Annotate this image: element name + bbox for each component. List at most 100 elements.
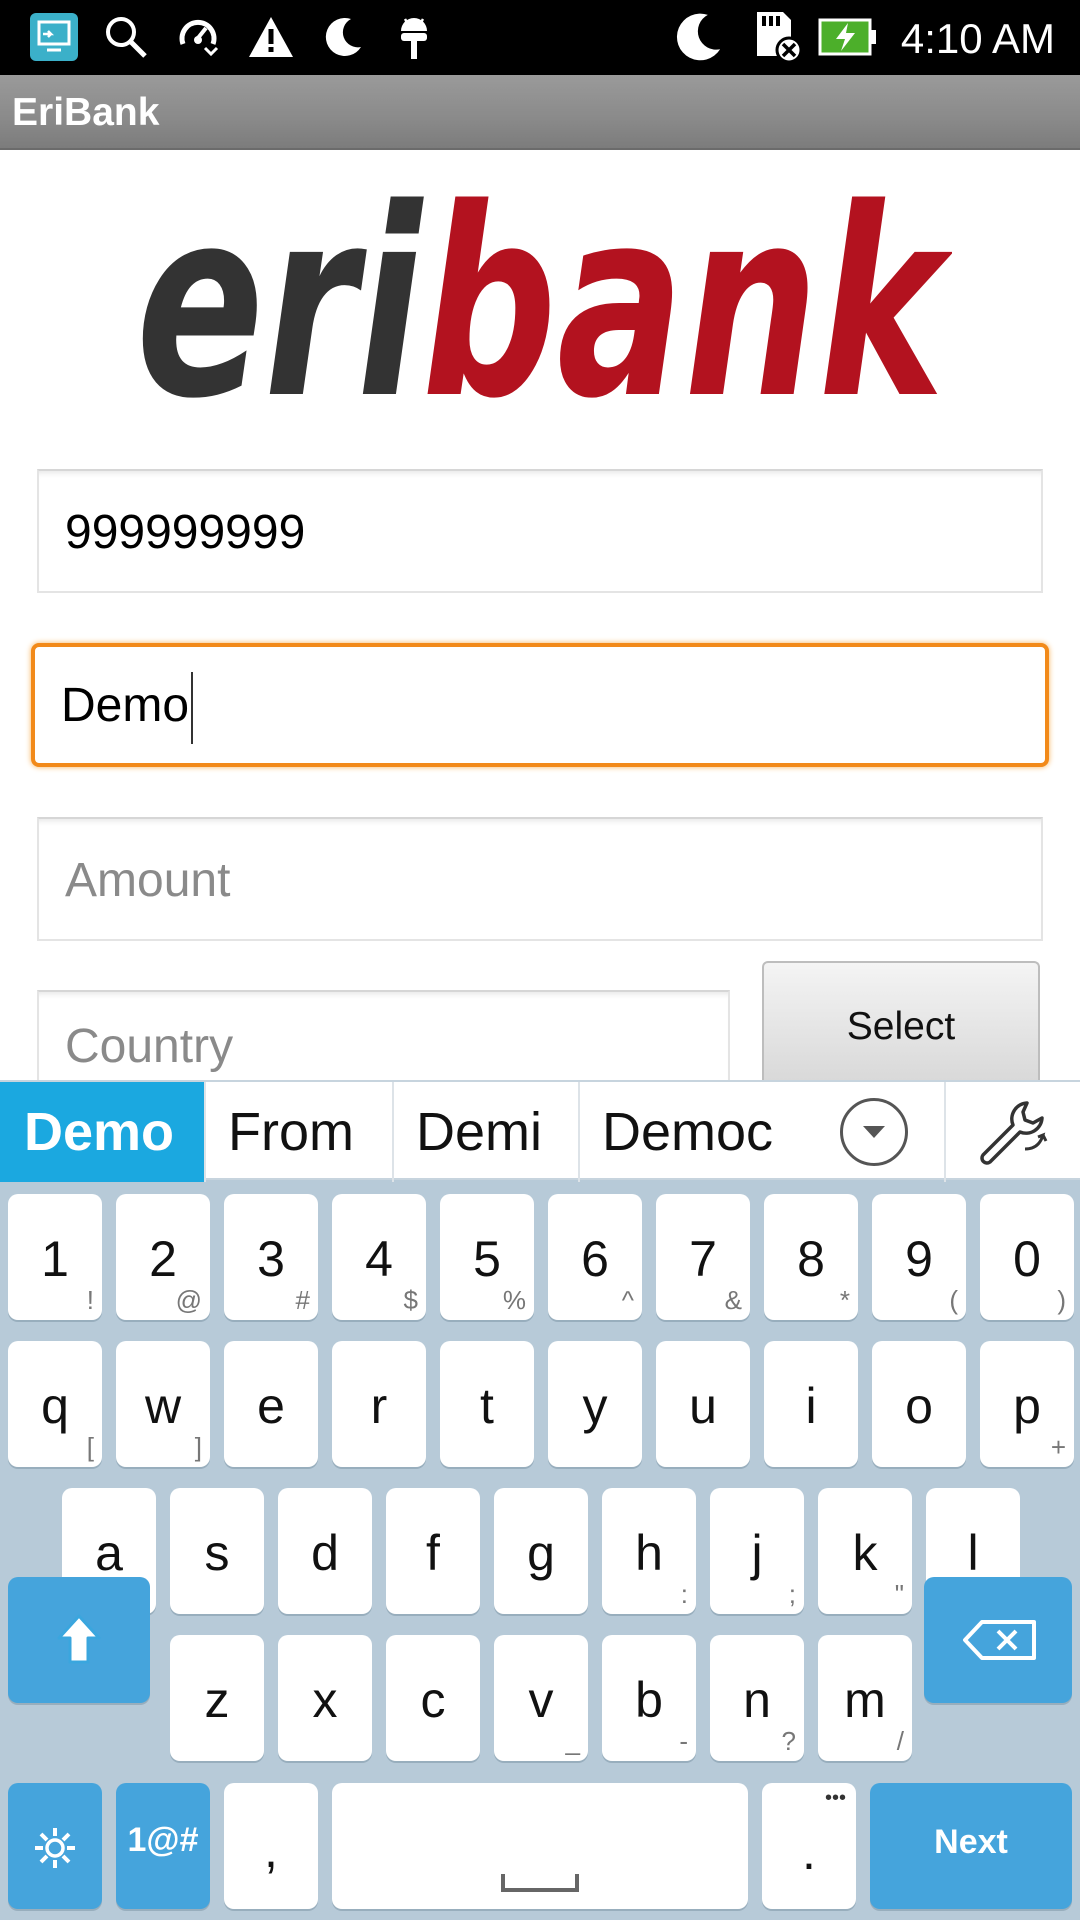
name-field[interactable]: Demo [31, 643, 1049, 767]
period-more-label: ••• [824, 1787, 846, 1809]
key-sublabel: / [896, 1726, 904, 1756]
key-5[interactable]: 5% [440, 1194, 534, 1320]
space-key[interactable] [332, 1783, 748, 1909]
key-label: e [257, 1378, 285, 1434]
key-y[interactable]: y [548, 1341, 642, 1467]
key-4[interactable]: 4 $ [332, 1194, 426, 1320]
no-sd-card-icon [750, 12, 804, 64]
key-3[interactable]: 3 # [224, 1194, 318, 1320]
suggestion-bar: Demo From Demi Democ [0, 1080, 1080, 1182]
amount-field[interactable]: Amount [37, 817, 1043, 941]
key-2[interactable]: 2 @ [116, 1194, 210, 1320]
country-field[interactable]: Country [37, 990, 730, 1080]
key-p[interactable]: p + [980, 1341, 1074, 1467]
backspace-key[interactable] [924, 1577, 1072, 1703]
suggestion-demo[interactable]: Demo [0, 1082, 204, 1182]
key-f[interactable]: f [386, 1488, 480, 1614]
key-7[interactable]: 7 & [656, 1194, 750, 1320]
next-key-label: Next [934, 1823, 1008, 1861]
key-b[interactable]: b- [602, 1635, 696, 1761]
key-label: o [905, 1378, 933, 1434]
key-label: z [204, 1672, 230, 1728]
next-key[interactable]: Next [870, 1783, 1072, 1909]
screen-mirror-icon [28, 12, 80, 62]
key-label: n [743, 1672, 771, 1728]
key-k[interactable]: k " [818, 1488, 912, 1614]
key-x[interactable]: x [278, 1635, 372, 1761]
account-field[interactable]: 999999999 [37, 469, 1043, 593]
key-1[interactable]: 1! [8, 1194, 102, 1320]
key-label: 9 [905, 1231, 933, 1287]
symbols-key[interactable]: 1@# [116, 1783, 210, 1909]
key-r[interactable]: r [332, 1341, 426, 1467]
select-country-button[interactable]: Select [762, 961, 1040, 1080]
suggestion-demi[interactable]: Demi [394, 1082, 578, 1182]
key-v[interactable]: v _ [494, 1635, 588, 1761]
soft-keyboard: Demo From Demi Democ 1! 2 @3 #4 $5% 6 ^ 7 & 8 * 9(0… [0, 1080, 1080, 1920]
status-time: 4:10 AM [900, 15, 1055, 62]
key-label: 4 [365, 1231, 393, 1287]
battery-charging-icon [818, 12, 878, 62]
key-n[interactable]: n? [710, 1635, 804, 1761]
key-j[interactable]: j; [710, 1488, 804, 1614]
key-sublabel: * [839, 1285, 850, 1315]
amount-placeholder: Amount [65, 854, 231, 907]
key-d[interactable]: d [278, 1488, 372, 1614]
wrench-icon[interactable] [944, 1082, 1080, 1182]
country-placeholder: Country [65, 1020, 234, 1073]
name-field-content: Demo [61, 647, 194, 765]
key-c[interactable]: c [386, 1635, 480, 1761]
key-s[interactable]: s [170, 1488, 264, 1614]
key-0[interactable]: 0) [980, 1194, 1074, 1320]
key-i[interactable]: i [764, 1341, 858, 1467]
key-label: l [967, 1525, 979, 1581]
warning-icon [246, 12, 296, 62]
symbols-key-label: 1@# [127, 1821, 199, 1859]
key-label: b [635, 1672, 663, 1728]
period-key-label: . [802, 1824, 816, 1880]
key-o[interactable]: o [872, 1341, 966, 1467]
comma-key[interactable]: , [224, 1783, 318, 1909]
logo-text-eri: eri [136, 186, 425, 406]
logo-text-bank: bank [422, 186, 952, 406]
key-9[interactable]: 9( [872, 1194, 966, 1320]
key-label: v [528, 1672, 554, 1728]
key-h[interactable]: h: [602, 1488, 696, 1614]
key-6[interactable]: 6 ^ [548, 1194, 642, 1320]
suggestion-democ[interactable]: Democ [580, 1082, 806, 1182]
key-label: c [420, 1672, 446, 1728]
key-z[interactable]: z [170, 1635, 264, 1761]
key-sublabel: @ [175, 1285, 202, 1315]
key-u[interactable]: u [656, 1341, 750, 1467]
key-g[interactable]: g [494, 1488, 588, 1614]
key-label: x [312, 1672, 338, 1728]
key-label: j [751, 1525, 763, 1581]
expand-suggestions-icon[interactable] [840, 1098, 908, 1166]
key-label: h [635, 1525, 663, 1581]
key-e[interactable]: e [224, 1341, 318, 1467]
keyboard-settings-key[interactable] [8, 1783, 102, 1909]
suggestion-from[interactable]: From [206, 1082, 392, 1182]
action-bar: EriBank [0, 75, 1080, 150]
key-sublabel: ) [1057, 1285, 1066, 1315]
key-label: t [480, 1378, 494, 1434]
key-q[interactable]: q[ [8, 1341, 102, 1467]
key-label: 2 [149, 1231, 177, 1287]
gear-icon [35, 1828, 75, 1868]
key-m[interactable]: m / [818, 1635, 912, 1761]
android-debug-icon [394, 12, 434, 62]
key-w[interactable]: w] [116, 1341, 210, 1467]
key-sublabel: ] [194, 1432, 202, 1462]
key-sublabel: $ [403, 1285, 418, 1315]
key-sublabel: ; [788, 1579, 796, 1609]
eribank-logo: eribank [136, 186, 952, 406]
key-sublabel: - [679, 1726, 688, 1756]
key-t[interactable]: t [440, 1341, 534, 1467]
key-sublabel: [ [86, 1432, 94, 1462]
key-8[interactable]: 8 * [764, 1194, 858, 1320]
period-key[interactable]: ••• . [762, 1783, 856, 1909]
status-bar: 4:10 AM [0, 0, 1080, 75]
shift-key[interactable] [8, 1577, 150, 1703]
key-sublabel: : [680, 1579, 688, 1609]
key-label: q [41, 1378, 69, 1434]
